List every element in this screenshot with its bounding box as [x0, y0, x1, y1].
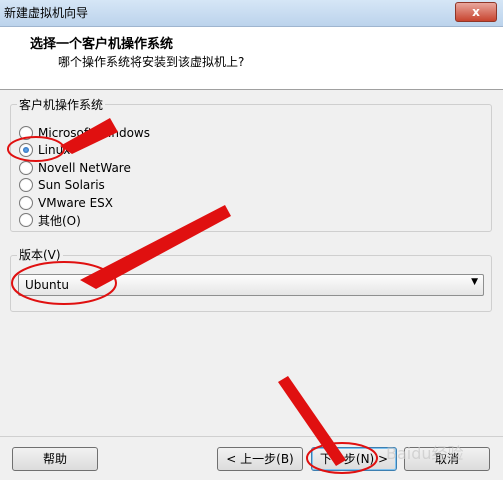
page-title: 选择一个客户机操作系统 [30, 37, 174, 52]
wizard-header: 选择一个客户机操作系统 哪个操作系统将安装到该虚拟机上? [0, 27, 503, 90]
os-option-label: Linux [38, 143, 71, 157]
os-option-other[interactable]: 其他(O) [19, 212, 81, 228]
footer-divider [0, 436, 503, 437]
os-option-label: VMware ESX [38, 196, 114, 210]
chevron-down-icon[interactable]: ▼ [471, 277, 478, 287]
radio-linux[interactable] [19, 143, 33, 157]
guest-os-legend: 客户机操作系统 [17, 96, 106, 113]
version-group: 版本(V) Ubuntu ▼ [10, 246, 492, 312]
version-legend: 版本(V) [17, 246, 63, 263]
os-option-label: 其他(O) [38, 213, 81, 228]
guest-os-group: 客户机操作系统 Microsoft Windows Linux Novell N… [10, 96, 492, 232]
os-option-label: Microsoft Windows [38, 126, 150, 140]
title-bar: 新建虚拟机向导 x [0, 0, 503, 27]
os-option-netware[interactable]: Novell NetWare [19, 160, 131, 176]
page-subtitle: 哪个操作系统将安装到该虚拟机上? [58, 55, 245, 69]
radio-windows[interactable] [19, 126, 33, 140]
radio-netware[interactable] [19, 161, 33, 175]
back-button[interactable]: < 上一步(B) [217, 447, 303, 471]
radio-solaris[interactable] [19, 178, 33, 192]
help-button[interactable]: 帮助 [12, 447, 98, 471]
next-button[interactable]: 下一步(N) > [311, 447, 397, 471]
os-option-label: Sun Solaris [38, 178, 105, 192]
close-button[interactable]: x [455, 2, 497, 22]
version-select[interactable]: Ubuntu ▼ [18, 274, 484, 296]
os-option-esx[interactable]: VMware ESX [19, 195, 113, 211]
watermark: Baidu经验 [386, 444, 464, 463]
os-option-label: Novell NetWare [38, 161, 131, 175]
radio-other[interactable] [19, 213, 33, 227]
version-selected-value: Ubuntu [25, 278, 69, 292]
radio-esx[interactable] [19, 196, 33, 210]
os-option-solaris[interactable]: Sun Solaris [19, 177, 105, 193]
os-option-linux[interactable]: Linux [19, 142, 70, 158]
window-title: 新建虚拟机向导 [4, 6, 89, 20]
os-option-windows[interactable]: Microsoft Windows [19, 125, 150, 141]
